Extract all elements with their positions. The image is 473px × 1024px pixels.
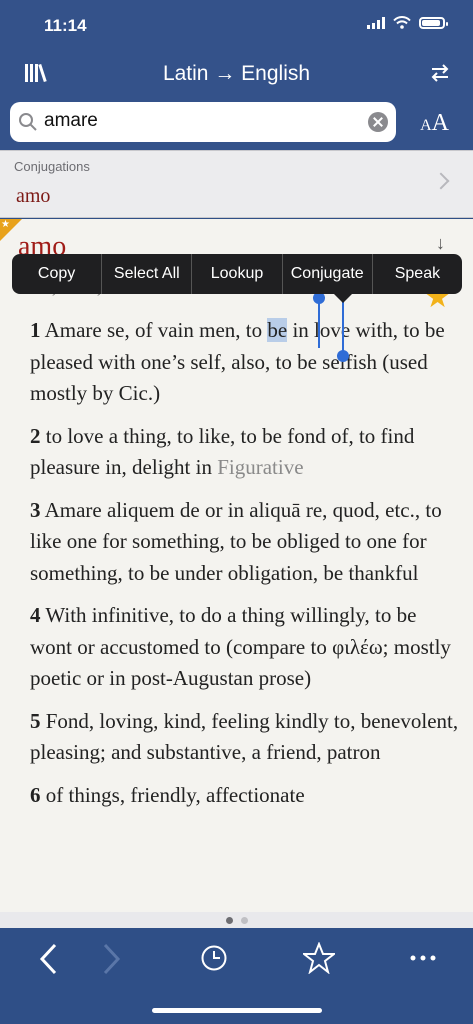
sense-2: 2 to love a thing, to like, to be fond o… [30,421,460,484]
context-menu: Copy Select All Lookup Conjugate Speak [12,254,462,294]
top-bar: 11:14 Latin → English amare AA [0,0,473,150]
search-query: amare [44,110,98,131]
selected-text[interactable]: be [267,318,288,342]
sense-5: 5 Fond, loving, kind, feeling kindly to,… [30,706,460,769]
font-size-big-label: A [431,110,449,136]
menu-select-all[interactable]: Select All [102,254,193,294]
menu-speak[interactable]: Speak [373,254,462,294]
status-bar: 11:14 [0,14,473,38]
sense-3: 3 Amare aliquem de or in aliquā re, quod… [30,495,460,590]
page-indicator[interactable] [0,912,473,928]
selection-start-handle[interactable] [313,292,325,348]
back-icon[interactable] [38,942,60,976]
sense-6: 6 of things, friendly, affectionate [30,780,460,812]
more-icon[interactable] [410,954,436,962]
selection-end-handle[interactable] [337,300,349,362]
sense-text: Amare aliquem de or in aliquā re, quod, … [30,497,442,585]
sense-number: 4 [30,603,41,627]
sense-number: 3 [30,497,41,522]
menu-copy[interactable]: Copy [12,254,103,294]
font-size-small-label: A [420,117,432,134]
menu-lookup[interactable]: Lookup [192,254,283,294]
font-size-button[interactable]: AA [420,110,449,137]
signal-icon [367,16,385,29]
conjugations-row[interactable]: Conjugations amo [0,150,473,218]
bottom-toolbar [0,928,473,1024]
sense-text: Amare se, of vain men, to [44,318,268,342]
nav-row: Latin → English [0,56,473,96]
page-dot-active [225,916,233,924]
home-indicator [152,1008,322,1013]
download-arrow-icon[interactable]: ↓ [436,233,445,254]
corner-star-icon: ★ [1,219,10,230]
status-time: 11:14 [44,16,87,35]
senses-list: 1 Amare se, of vain men, to be in love w… [30,315,460,822]
sense-number: 2 [30,423,41,448]
page-title: Latin → English [162,62,311,85]
wifi-icon [393,16,411,29]
figurative-tag: Figurative [217,455,304,479]
sense-4: 4 With infinitive, to do a thing willing… [30,600,460,695]
history-clock-icon[interactable] [200,944,228,972]
context-menu-pointer [334,294,352,303]
clear-search-icon[interactable] [368,112,388,132]
search-input[interactable]: amare [10,102,396,142]
conjugations-label: Conjugations [14,159,90,174]
status-icons [367,16,448,29]
favorites-star-icon[interactable] [303,942,335,974]
battery-icon [419,16,448,29]
conjugation-word: amo [16,185,51,207]
sense-1: 1 Amare se, of vain men, to be in love w… [30,315,460,410]
search-row: amare AA [10,102,463,144]
sense-number: 6 [30,782,41,807]
search-icon [19,113,37,131]
chevron-right-icon [432,172,450,190]
sense-text: With infinitive, to do a thing willingly… [30,603,451,690]
swap-languages-icon[interactable] [429,62,451,84]
menu-conjugate[interactable]: Conjugate [283,254,373,294]
sense-text: Fond, loving, kind, feeling kindly to, b… [30,708,459,765]
sense-number: 1 [30,318,41,342]
forward-icon[interactable] [100,942,122,976]
sense-number: 5 [30,708,41,733]
entry-content: ★ amo ↓ āvi, ātum, 1 ★ 1 Amare se, of va… [0,219,473,912]
page-dot [240,916,248,924]
sense-text: of things, friendly, affectionate [45,782,305,807]
